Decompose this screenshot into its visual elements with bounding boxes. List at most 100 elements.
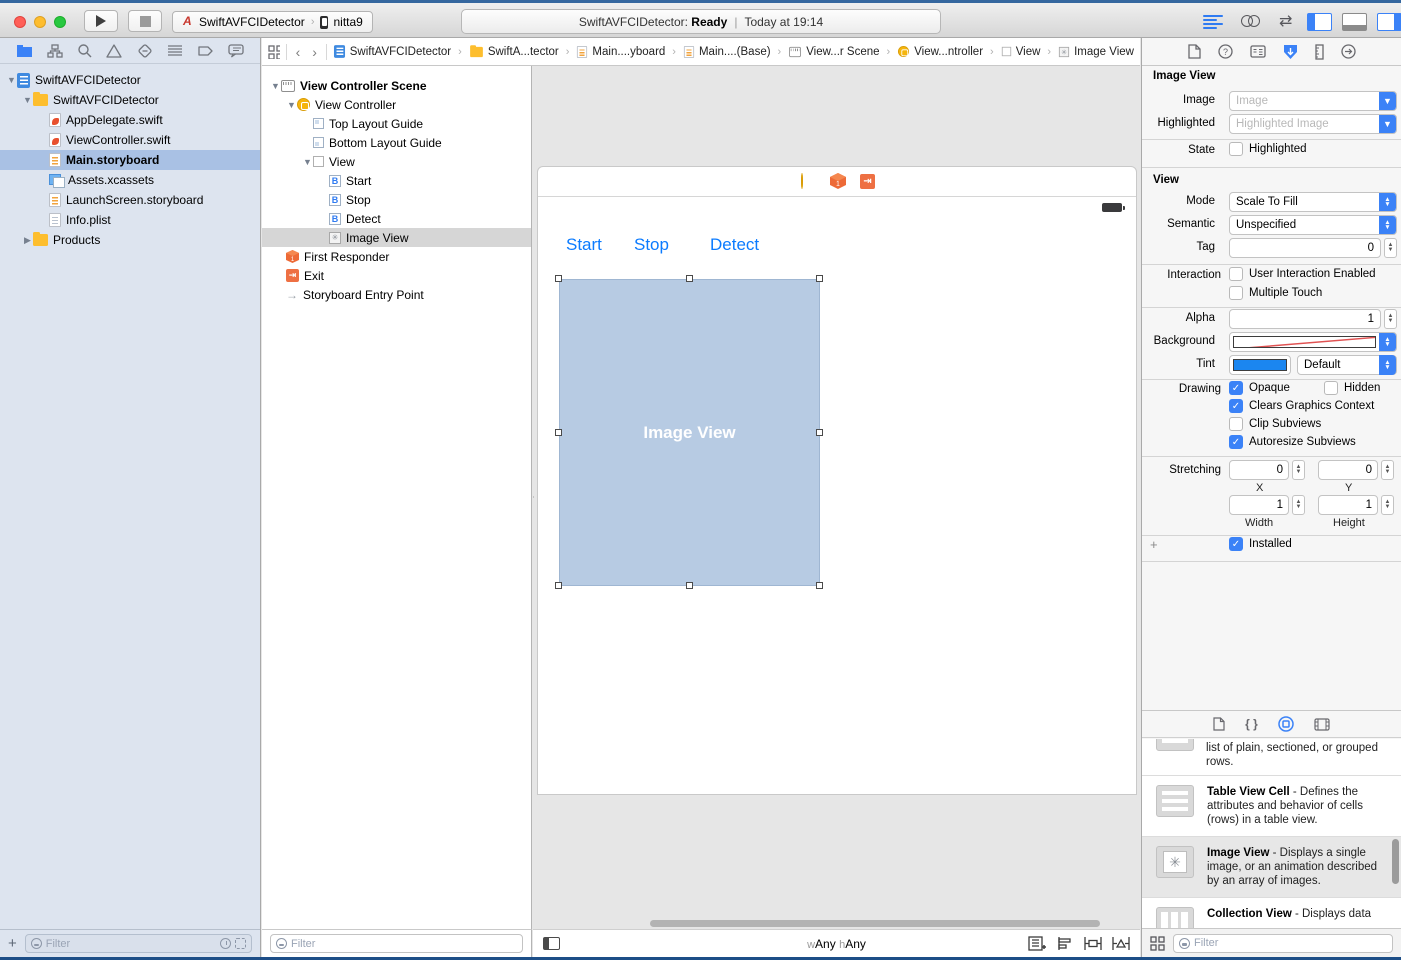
tint-color-well[interactable] bbox=[1229, 355, 1291, 375]
outline-item-exit[interactable]: ⇥ Exit bbox=[262, 266, 531, 285]
highlighted-state-checkbox[interactable] bbox=[1229, 142, 1243, 156]
search-navigator-tab-icon[interactable] bbox=[77, 43, 92, 58]
close-window-button[interactable] bbox=[14, 16, 26, 28]
outline-collapse-handle[interactable] bbox=[533, 491, 534, 503]
updown-chevrons-icon[interactable]: ▲▼ bbox=[1379, 215, 1396, 235]
scheme-selector[interactable]: SwiftAVFCIDetector › nitta9 bbox=[172, 11, 373, 33]
outline-filter-field[interactable] bbox=[270, 934, 523, 953]
stretch-height-field[interactable]: 1 bbox=[1318, 495, 1378, 515]
outline-filter-input[interactable] bbox=[291, 938, 517, 950]
version-editor-button[interactable]: ⇄ bbox=[1279, 15, 1292, 29]
horizontal-scrollbar[interactable] bbox=[650, 920, 1100, 927]
stretch-width-field[interactable]: 1 bbox=[1229, 495, 1289, 515]
outline-item-bottom-layout-guide[interactable]: Bottom Layout Guide bbox=[262, 133, 531, 152]
tree-item-launchscreen[interactable]: LaunchScreen.storyboard bbox=[0, 190, 260, 210]
stretch-y-stepper[interactable]: ▲▼ bbox=[1381, 460, 1394, 480]
breadcrumb-storyboard-base[interactable]: Main....(Base) bbox=[683, 45, 771, 59]
canvas-image-view[interactable]: Image View bbox=[559, 279, 820, 586]
disclosure-triangle-icon[interactable]: ▼ bbox=[270, 81, 281, 91]
tree-item-infoplist[interactable]: Info.plist bbox=[0, 210, 260, 230]
library-item-image-view[interactable]: ✳ Image View - Displays a single image, … bbox=[1142, 837, 1401, 898]
multiple-touch-checkbox[interactable] bbox=[1229, 286, 1243, 300]
alpha-field[interactable]: 1 bbox=[1229, 309, 1381, 329]
resize-handle[interactable] bbox=[686, 275, 693, 282]
stop-button[interactable] bbox=[128, 10, 162, 32]
outline-item-first-responder[interactable]: 1 First Responder bbox=[262, 247, 531, 266]
outline-item-start-button[interactable]: B Start bbox=[262, 171, 531, 190]
size-inspector-tab-icon[interactable] bbox=[1315, 44, 1324, 60]
project-navigator-tab-icon[interactable] bbox=[16, 44, 33, 58]
library-scrollbar[interactable] bbox=[1392, 839, 1399, 884]
resize-handle[interactable] bbox=[816, 275, 823, 282]
tree-item-viewcontroller[interactable]: ViewController.swift bbox=[0, 130, 260, 150]
file-inspector-tab-icon[interactable] bbox=[1188, 44, 1201, 59]
canvas-start-button[interactable]: Start bbox=[566, 235, 602, 255]
stretch-y-field[interactable]: 0 bbox=[1318, 460, 1378, 480]
tag-stepper[interactable]: ▲▼ bbox=[1384, 238, 1397, 258]
updown-chevrons-icon[interactable]: ▲▼ bbox=[1379, 332, 1396, 352]
stretch-width-stepper[interactable]: ▲▼ bbox=[1292, 495, 1305, 515]
tree-item-products[interactable]: ▶ Products bbox=[0, 230, 260, 250]
assistant-editor-button[interactable] bbox=[1241, 15, 1261, 29]
highlighted-combo-box[interactable]: Highlighted Image▼ bbox=[1229, 114, 1397, 134]
toggle-navigator-button[interactable] bbox=[1307, 13, 1332, 31]
recent-files-icon[interactable] bbox=[220, 938, 231, 949]
user-interaction-checkbox[interactable] bbox=[1229, 267, 1243, 281]
quick-help-inspector-tab-icon[interactable]: ? bbox=[1218, 44, 1233, 59]
stretch-height-stepper[interactable]: ▲▼ bbox=[1381, 495, 1394, 515]
tree-item-appdelegate[interactable]: AppDelegate.swift bbox=[0, 110, 260, 130]
alpha-stepper[interactable]: ▲▼ bbox=[1384, 309, 1397, 329]
mode-popup[interactable]: Scale To Fill▲▼ bbox=[1229, 192, 1397, 212]
add-file-button[interactable]: + bbox=[8, 935, 17, 952]
chevron-down-icon[interactable]: ▼ bbox=[1379, 114, 1396, 134]
breadcrumb-storyboard[interactable]: Main....yboard bbox=[576, 45, 665, 59]
stretch-x-stepper[interactable]: ▲▼ bbox=[1292, 460, 1305, 480]
library-item-table-view-partial[interactable]: list of plain, sectioned, or grouped row… bbox=[1142, 739, 1401, 776]
disclosure-triangle-icon[interactable]: ▼ bbox=[302, 157, 313, 167]
disclosure-triangle-icon[interactable]: ▶ bbox=[22, 235, 33, 246]
installed-checkbox[interactable]: ✓ bbox=[1229, 537, 1243, 551]
outline-item-stop-button[interactable]: B Stop bbox=[262, 190, 531, 209]
navigator-filter-input[interactable] bbox=[46, 938, 216, 950]
clears-graphics-context-checkbox[interactable]: ✓ bbox=[1229, 399, 1243, 413]
breadcrumb-view[interactable]: View bbox=[1001, 46, 1041, 58]
debug-navigator-tab-icon[interactable] bbox=[167, 44, 183, 57]
autoresize-subviews-checkbox[interactable]: ✓ bbox=[1229, 435, 1243, 449]
back-button[interactable]: ‹ bbox=[293, 44, 304, 60]
object-library-tab-icon[interactable] bbox=[1278, 716, 1294, 732]
zoom-window-button[interactable] bbox=[54, 16, 66, 28]
storyboard-canvas[interactable]: 1 ⇥ Start Stop Detect Image View bbox=[533, 66, 1140, 929]
opaque-checkbox[interactable]: ✓ bbox=[1229, 381, 1243, 395]
disclosure-triangle-icon[interactable]: ▼ bbox=[286, 100, 297, 110]
minimize-window-button[interactable] bbox=[34, 16, 46, 28]
attributes-inspector-tab-icon[interactable] bbox=[1283, 44, 1298, 60]
code-snippet-library-tab-icon[interactable]: { } bbox=[1245, 717, 1258, 731]
resize-handle[interactable] bbox=[555, 429, 562, 436]
background-color-well[interactable]: ▲▼ bbox=[1229, 332, 1397, 352]
tree-item-project[interactable]: ▼ SwiftAVFCIDetector bbox=[0, 70, 260, 90]
identity-inspector-tab-icon[interactable] bbox=[1250, 45, 1266, 58]
toggle-inspector-button[interactable] bbox=[1377, 13, 1401, 31]
library-filter-input[interactable] bbox=[1194, 937, 1387, 949]
semantic-popup[interactable]: Unspecified▲▼ bbox=[1229, 215, 1397, 235]
library-item-collection-view[interactable]: Collection View - Displays data bbox=[1142, 898, 1401, 928]
library-view-mode-icon[interactable] bbox=[1150, 936, 1165, 951]
library-item-table-view-cell[interactable]: Table View Cell - Defines the attributes… bbox=[1142, 776, 1401, 837]
view-controller-icon[interactable] bbox=[801, 173, 803, 189]
source-control-navigator-tab-icon[interactable] bbox=[47, 44, 63, 58]
breadcrumb-view-controller[interactable]: View...ntroller bbox=[897, 45, 983, 58]
outline-item-top-layout-guide[interactable]: Top Layout Guide bbox=[262, 114, 531, 133]
disclosure-triangle-icon[interactable]: ▼ bbox=[22, 95, 33, 105]
file-template-library-tab-icon[interactable] bbox=[1213, 717, 1225, 731]
related-items-icon[interactable] bbox=[268, 45, 280, 59]
test-navigator-tab-icon[interactable] bbox=[137, 43, 153, 59]
toggle-debug-area-button[interactable] bbox=[1342, 13, 1367, 31]
resize-handle[interactable] bbox=[816, 582, 823, 589]
outline-item-view-controller[interactable]: ▼ View Controller bbox=[262, 95, 531, 114]
first-responder-icon[interactable]: 1 bbox=[830, 173, 846, 192]
disclosure-triangle-icon[interactable]: ▼ bbox=[6, 75, 17, 85]
canvas-stop-button[interactable]: Stop bbox=[634, 235, 669, 255]
library-filter-field[interactable] bbox=[1173, 934, 1393, 953]
tree-item-main-storyboard[interactable]: Main.storyboard bbox=[0, 150, 260, 170]
stretch-x-field[interactable]: 0 bbox=[1229, 460, 1289, 480]
